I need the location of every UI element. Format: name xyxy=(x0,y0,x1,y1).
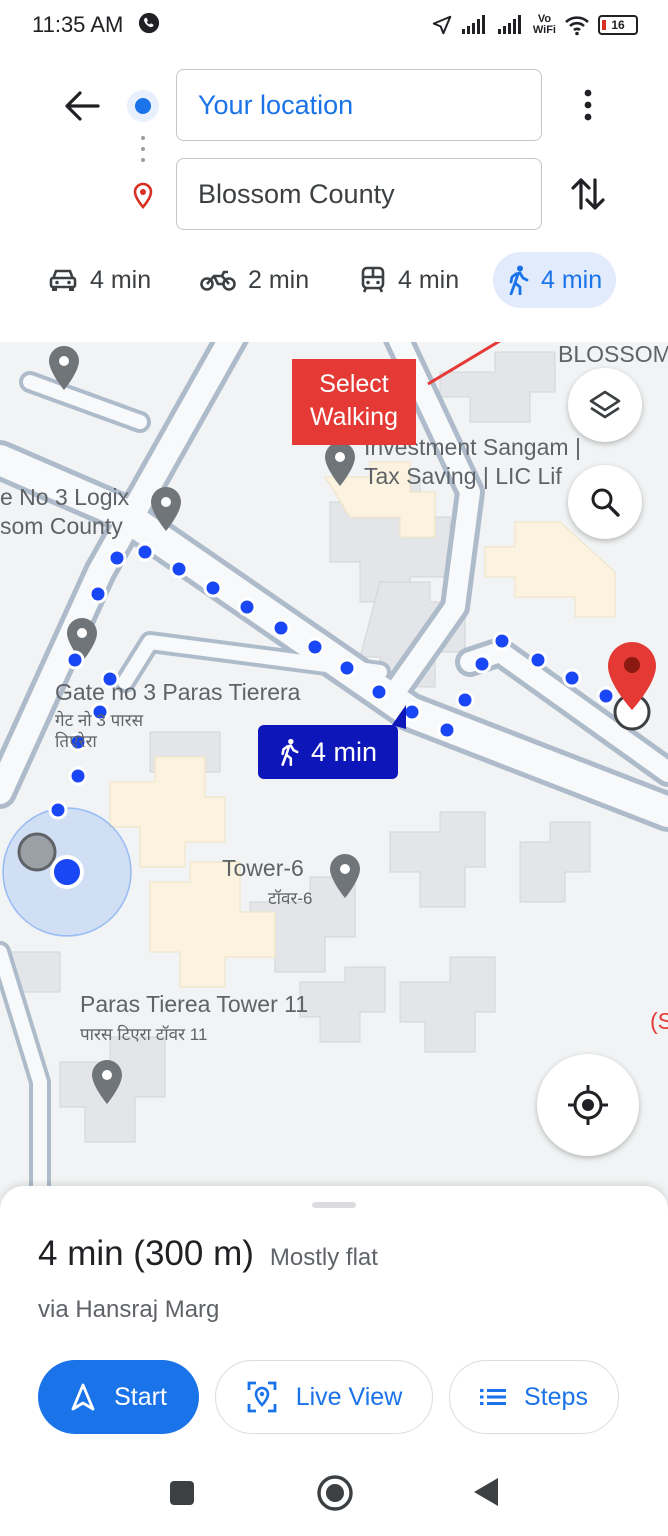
route-summary: 4 min (300 m) Mostly flat xyxy=(38,1234,378,1274)
search-along-route-button[interactable] xyxy=(568,465,642,539)
status-time: 11:35 AM xyxy=(32,12,124,37)
list-icon xyxy=(480,1389,507,1405)
origin-field[interactable]: Your location xyxy=(176,69,542,141)
map-label-tower6: Tower-6 xyxy=(222,855,304,881)
signal-icon xyxy=(461,15,485,34)
walk-icon xyxy=(509,265,529,295)
battery-icon: 16 xyxy=(598,15,638,35)
route-terrain: Mostly flat xyxy=(269,1244,378,1271)
destination-marker-icon xyxy=(608,642,656,710)
map-label-logix-line2: som County xyxy=(0,512,123,539)
mode-driving-time: 4 min xyxy=(90,265,152,294)
map-label-logix: e No 3 Logix som County xyxy=(0,483,129,541)
live-view-icon xyxy=(247,1381,277,1413)
map-label-tower6-hindi: टॉवर-6 xyxy=(268,889,313,908)
steps-button[interactable]: Steps xyxy=(449,1360,619,1434)
signal-icon xyxy=(497,15,521,34)
route-connector xyxy=(141,136,145,166)
map-view[interactable]: BLOSSOM Investment Sangam | Tax Saving |… xyxy=(0,342,668,1212)
mode-walking-time: 4 min xyxy=(541,265,603,294)
mode-transit-time: 4 min xyxy=(398,265,460,294)
call-icon xyxy=(138,12,160,34)
origin-dot-icon xyxy=(127,90,159,122)
system-nav-bar xyxy=(0,1456,668,1536)
vowifi-bottom: WiFi xyxy=(532,24,556,36)
travel-mode-tabs: 4 min 2 min 4 min 4 min xyxy=(34,248,644,312)
map-label-gate-hindi-line2: तिएरेरा xyxy=(55,732,97,752)
mode-tab-two-wheeler[interactable]: 2 min xyxy=(186,252,323,308)
destination-pin-icon xyxy=(133,182,153,209)
vowifi-indicator: Vo WiFi xyxy=(533,14,556,36)
status-indicators: Vo WiFi 16 xyxy=(431,10,638,40)
back-arrow-icon[interactable] xyxy=(62,88,102,124)
map-label-gate-hindi-line1: गेट नो 3 पारस xyxy=(55,711,144,730)
route-via: via Hansraj Marg xyxy=(38,1296,220,1323)
my-location-icon xyxy=(568,1085,608,1125)
layers-icon xyxy=(589,390,621,419)
status-bar: 11:35 AM Vo WiFi 16 xyxy=(0,0,668,52)
motorcycle-icon xyxy=(200,270,236,291)
map-label-tower11: Paras Tierea Tower 11 xyxy=(80,991,308,1017)
map-label-edge: (S xyxy=(650,1008,668,1034)
start-button[interactable]: Start xyxy=(38,1360,199,1434)
recents-icon[interactable] xyxy=(169,1480,195,1506)
select-walking-annotation: Select Walking xyxy=(292,359,416,445)
map-label-gate: Gate no 3 Paras Tierera xyxy=(55,679,301,705)
transit-icon xyxy=(361,266,385,293)
wifi-icon xyxy=(565,16,589,36)
mode-tab-transit[interactable]: 4 min xyxy=(346,252,473,308)
swap-icon[interactable] xyxy=(568,172,608,216)
steps-label: Steps xyxy=(524,1382,588,1411)
more-options-icon[interactable] xyxy=(578,88,598,122)
live-view-button[interactable]: Live View xyxy=(215,1360,433,1434)
car-icon xyxy=(49,269,77,291)
location-arrow-icon xyxy=(432,15,452,35)
live-view-label: Live View xyxy=(295,1382,403,1411)
route-duration-label: 4 min xyxy=(310,736,378,767)
map-label-gate-hindi: गेट नो 3 पारस तिएरेरा xyxy=(55,710,143,753)
my-location-dot xyxy=(50,855,84,889)
sheet-drag-handle[interactable] xyxy=(312,1202,356,1208)
back-nav-icon[interactable] xyxy=(472,1476,500,1508)
search-icon xyxy=(591,488,620,517)
mode-two-wheeler-time: 2 min xyxy=(248,265,310,294)
route-duration-chip[interactable]: 4 min xyxy=(258,725,398,779)
annotation-line2: Walking xyxy=(310,403,398,431)
mode-tab-walking[interactable]: 4 min xyxy=(493,252,617,308)
walk-icon xyxy=(281,738,299,766)
start-label: Start xyxy=(114,1382,167,1411)
route-duration-distance: 4 min (300 m) xyxy=(38,1234,254,1273)
map-label-investment-line2: Tax Saving | LIC Lif xyxy=(364,462,562,489)
layers-button[interactable] xyxy=(568,368,642,442)
home-icon[interactable] xyxy=(316,1474,354,1512)
mode-tab-driving[interactable]: 4 min xyxy=(34,252,165,308)
map-label-tower11-hindi: पारस टिएरा टॉवर 11 xyxy=(80,1025,208,1044)
recenter-button[interactable] xyxy=(537,1054,639,1156)
battery-level: 16 xyxy=(611,18,625,32)
map-label-logix-line1: e No 3 Logix xyxy=(0,484,130,510)
navigation-arrow-icon xyxy=(71,1383,95,1411)
annotation-line1: Select xyxy=(319,370,389,398)
destination-field[interactable]: Blossom County xyxy=(176,158,542,230)
directions-header: Your location Blossom County 4 min 2 min xyxy=(0,52,668,342)
map-label-blossom: BLOSSOM xyxy=(558,342,668,367)
